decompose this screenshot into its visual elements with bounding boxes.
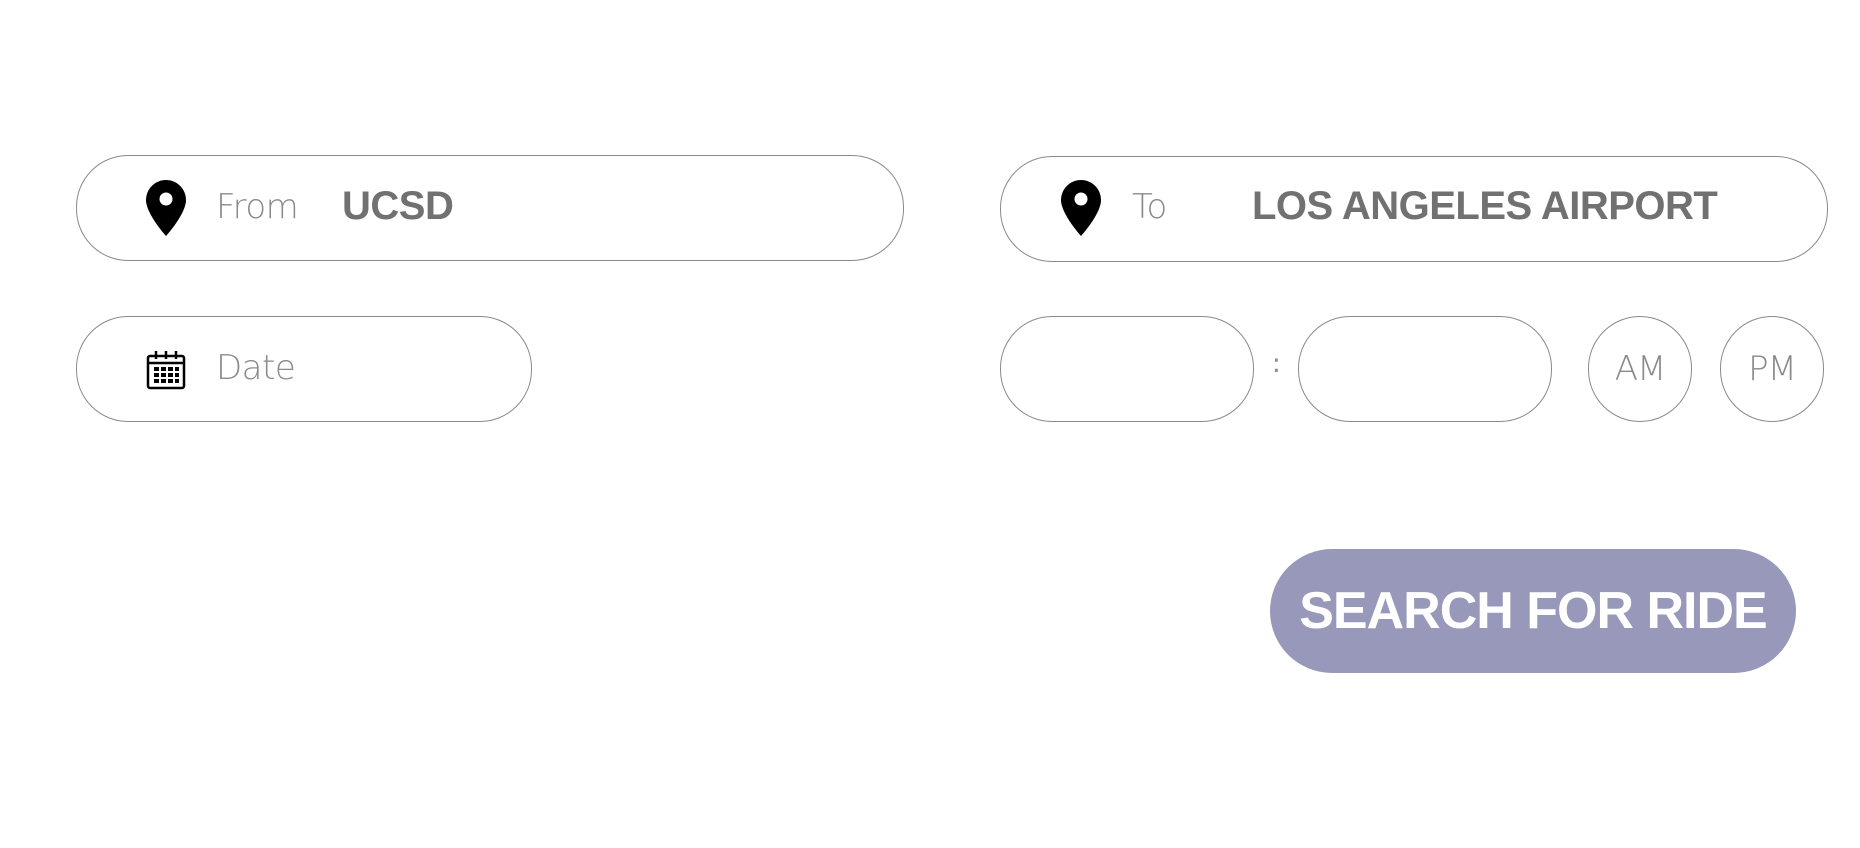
to-label: To xyxy=(1132,187,1167,227)
map-pin-icon xyxy=(1061,180,1101,236)
from-label: From xyxy=(216,187,299,227)
time-separator: : xyxy=(1272,349,1281,379)
minute-input[interactable] xyxy=(1298,316,1552,422)
am-button[interactable]: AM xyxy=(1588,316,1692,422)
calendar-icon xyxy=(146,351,186,390)
from-value[interactable]: UCSD xyxy=(342,186,454,226)
to-value[interactable]: LOS ANGELES AIRPORT xyxy=(1252,186,1718,226)
ride-search-form: From UCSD To LOS ANGELES AIRPORT Date : … xyxy=(0,0,1860,848)
search-for-ride-button[interactable]: SEARCH FOR RIDE xyxy=(1270,549,1796,673)
date-field[interactable] xyxy=(76,316,532,422)
date-placeholder: Date xyxy=(216,348,296,388)
from-field[interactable] xyxy=(76,155,904,261)
hour-input[interactable] xyxy=(1000,316,1254,422)
map-pin-icon xyxy=(146,180,186,236)
pm-button[interactable]: PM xyxy=(1720,316,1824,422)
